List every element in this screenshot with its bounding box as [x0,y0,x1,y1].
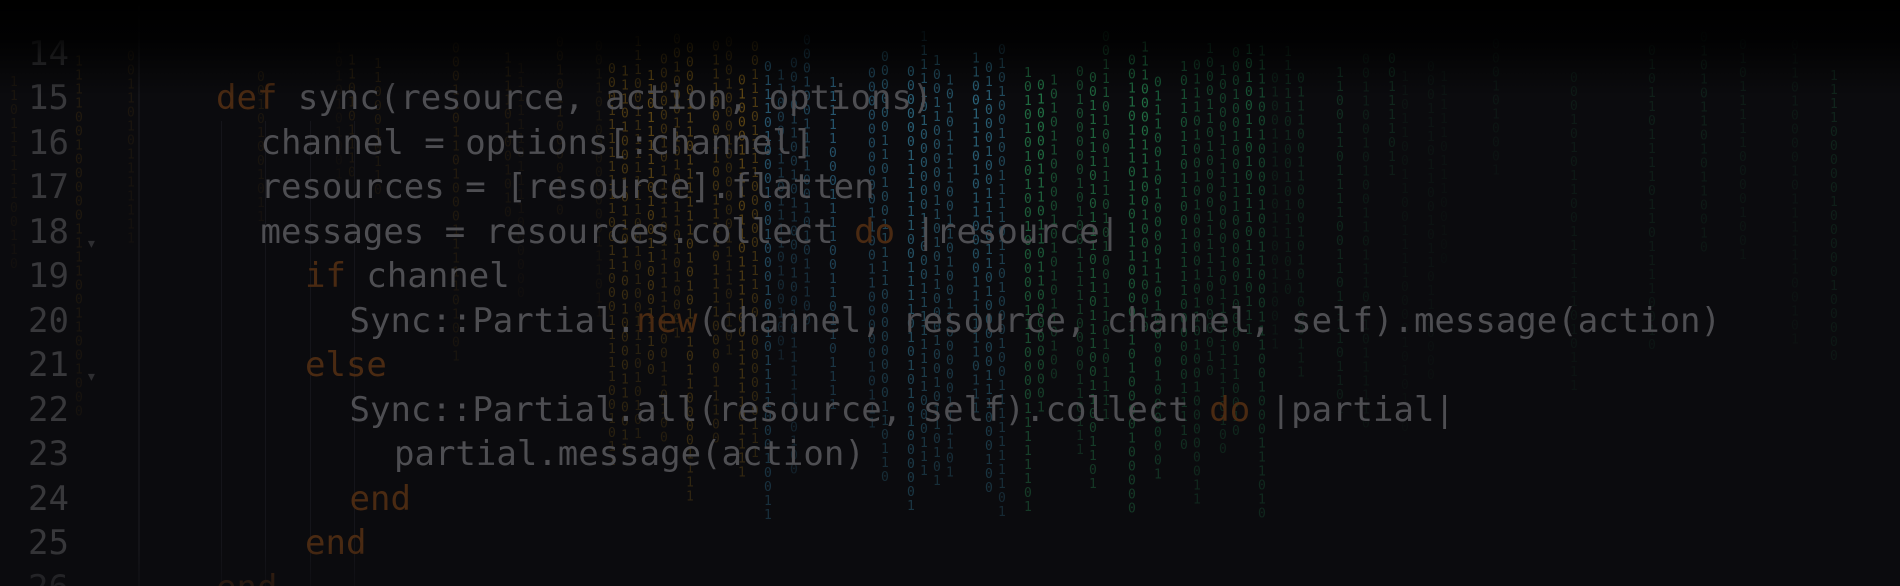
code-text: end [350,477,411,521]
line-number: 21 [28,345,69,385]
keyword-token: do [854,211,896,252]
code-text: Sync::Partial.new(channel, resource, cha… [350,299,1722,343]
code-token: (channel, resource, channel, self).messa… [697,300,1722,341]
code-background-banner: 1101111110011011110010000011110011001000… [0,0,1900,586]
code-line: 17 resources = [resource].flatten [0,165,1900,209]
code-text: if channel [305,254,510,298]
code-text: else [305,343,387,387]
code-line: 19 if channel [0,254,1900,298]
code-text: Sync::Partial.all(resource, self).collec… [350,388,1455,432]
code-token: Sync::Partial.all(resource, self).collec… [349,389,1210,430]
code-token: partial.message(action) [394,434,865,474]
line-number: 18 [28,211,69,252]
line-number: 22 [28,389,69,430]
code-line: 18 ▾ messages = resources.collect do |reso… [0,210,1900,254]
keyword-token: new [636,300,698,341]
code-token: |resource| [895,211,1121,252]
line-number: 19 [28,256,69,296]
code-token: messages = resources.collect [260,211,855,252]
code-line: 21 ▾ else [0,343,1900,387]
code-token: Sync::Partial. [349,300,637,341]
code-line: 23 partial.message(action) [0,432,1900,476]
code-token: |partial| [1250,389,1455,430]
code-line: 16 channel = options[:channel] [0,121,1900,165]
code-token: channel [345,256,510,296]
line-number: 23 [28,434,69,474]
code-token: resources = [resource].flatten [260,167,875,207]
keyword-token: else [305,345,387,385]
code-token: channel = options[:channel] [260,122,814,163]
line-number: 16 [28,122,69,163]
code-line: 20 Sync::Partial.new(channel, resource, c… [0,299,1900,343]
code-text: resources = [resource].flatten [261,165,875,209]
code-text: partial.message(action) [394,432,865,476]
line-number: 17 [28,167,69,207]
bottom-fade-overlay [0,546,1900,586]
code-text: messages = resources.collect do |resourc… [261,210,1121,254]
code-line: 22 Sync::Partial.all(resource, self).coll… [0,388,1900,432]
code-line: 24 end [0,477,1900,521]
keyword-token: end [349,478,411,519]
keyword-token: if [305,256,346,296]
line-number: 24 [28,478,69,519]
keyword-token: do [1209,389,1251,430]
top-fade-overlay [0,0,1900,96]
line-number: 20 [28,300,69,341]
code-text: channel = options[:channel] [261,121,814,165]
